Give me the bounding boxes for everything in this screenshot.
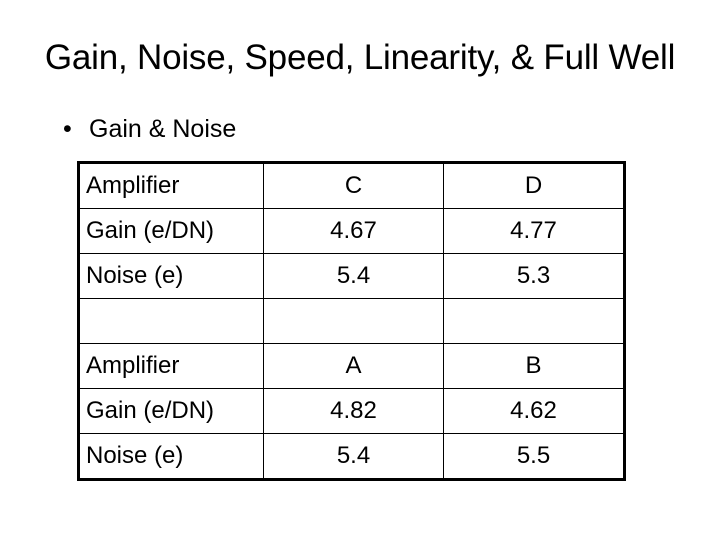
empty-cell [263, 298, 444, 344]
row-label: Noise (e) [78, 253, 264, 299]
row-label: Gain (e/DN) [78, 208, 264, 254]
bullet-text: Gain & Noise [89, 115, 237, 143]
noise-b-cell: 5.5 [443, 433, 625, 480]
amplifier-c-cell: C [263, 162, 444, 209]
amplifier-a-cell: A [263, 343, 444, 389]
table-row: Gain (e/DN) 4.67 4.77 [78, 208, 625, 254]
table-row: Noise (e) 5.4 5.3 [78, 253, 625, 299]
row-label: Gain (e/DN) [78, 388, 264, 434]
empty-cell [78, 298, 264, 344]
gain-d-cell: 4.77 [443, 208, 625, 254]
gain-a-cell: 4.82 [263, 388, 444, 434]
table-row: Amplifier C D [78, 162, 625, 209]
bullet-icon: • [63, 115, 72, 143]
row-label: Amplifier [78, 162, 264, 209]
slide-title: Gain, Noise, Speed, Linearity, & Full We… [44, 38, 676, 77]
row-label: Noise (e) [78, 433, 264, 480]
table-row: Amplifier A B [78, 343, 625, 389]
table-row: Noise (e) 5.4 5.5 [78, 433, 625, 480]
noise-c-cell: 5.4 [263, 253, 444, 299]
table-row-empty [78, 298, 625, 344]
amplifier-d-cell: D [443, 162, 625, 209]
gain-b-cell: 4.62 [443, 388, 625, 434]
noise-a-cell: 5.4 [263, 433, 444, 480]
gain-c-cell: 4.67 [263, 208, 444, 254]
bullet-item: • Gain & Noise [63, 113, 236, 145]
gain-noise-table: Amplifier C D Gain (e/DN) 4.67 4.77 Nois… [77, 161, 626, 481]
table-row: Gain (e/DN) 4.82 4.62 [78, 388, 625, 434]
noise-d-cell: 5.3 [443, 253, 625, 299]
empty-cell [443, 298, 625, 344]
row-label: Amplifier [78, 343, 264, 389]
amplifier-b-cell: B [443, 343, 625, 389]
